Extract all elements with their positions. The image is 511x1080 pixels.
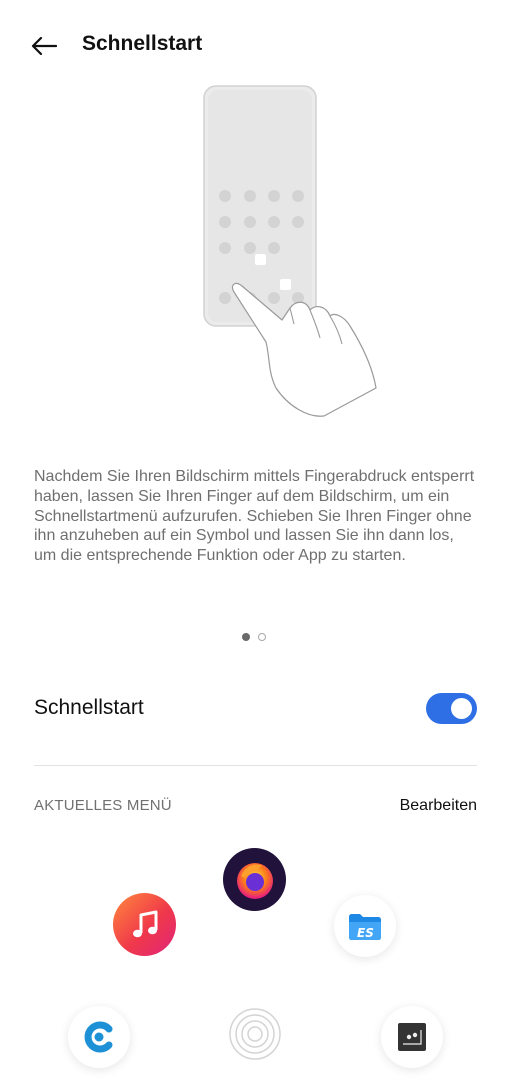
firefox-icon (236, 862, 273, 899)
arrow-left-icon (31, 36, 57, 56)
app-firefox[interactable] (223, 848, 286, 911)
fingerprint-center[interactable] (227, 1006, 283, 1062)
fingerprint-icon (229, 1008, 281, 1060)
music-icon (132, 910, 157, 937)
current-menu-label: AKTUELLES MENÜ (34, 797, 172, 814)
page-dot-active (242, 633, 250, 641)
description-text: Nachdem Sie Ihren Bildschirm mittels Fin… (34, 468, 475, 565)
quick-launch-illustration (203, 85, 377, 417)
toggle-knob (451, 698, 472, 719)
app-music[interactable] (113, 893, 176, 956)
back-button[interactable] (22, 26, 66, 66)
quick-launch-label: Schnellstart (34, 696, 144, 719)
c-app-icon (84, 1021, 113, 1053)
es-file-explorer-icon: ES (349, 914, 381, 940)
app-c[interactable] (68, 1006, 130, 1068)
quick-launch-toggle[interactable] (426, 693, 477, 724)
page-indicator (242, 633, 266, 641)
edit-button[interactable]: Bearbeiten (400, 797, 477, 815)
divider (34, 765, 477, 766)
page-dot (258, 633, 266, 641)
app-here-maps[interactable] (381, 1006, 443, 1068)
app-es-file-explorer[interactable]: ES (334, 895, 396, 957)
here-maps-icon (398, 1023, 426, 1051)
page-title: Schnellstart (82, 32, 203, 55)
svg-text:ES: ES (357, 926, 374, 940)
